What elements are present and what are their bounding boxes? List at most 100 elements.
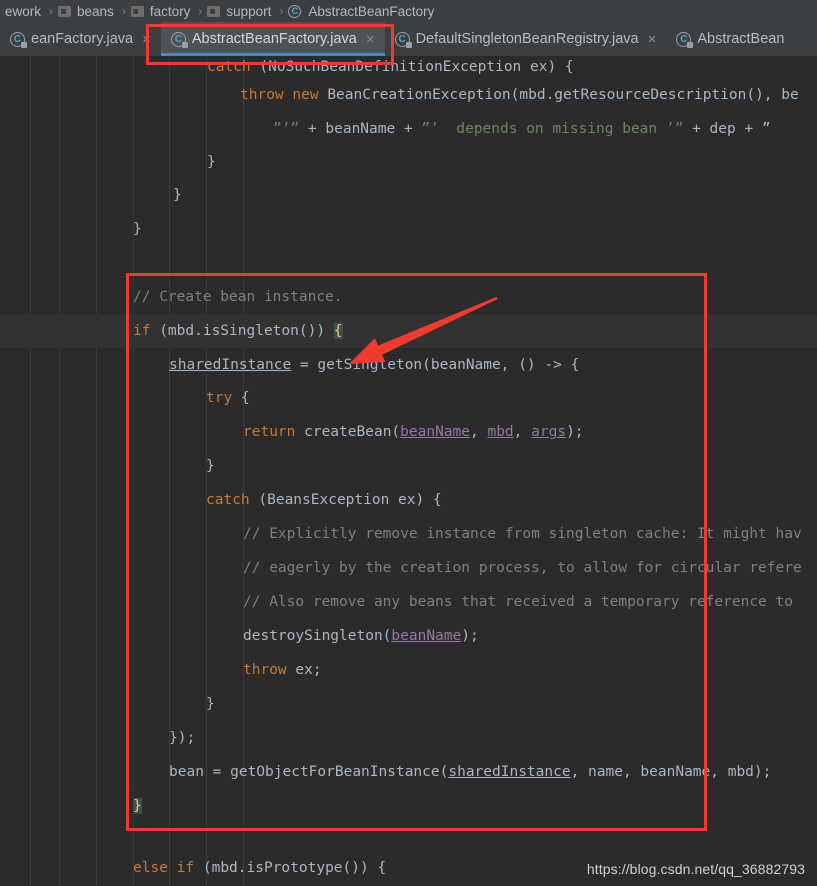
code-line[interactable]: } [0,449,817,483]
code-token: } [133,798,142,814]
close-icon[interactable]: × [139,31,151,48]
code-token: beanName [400,424,470,440]
code-token: new [292,87,319,103]
code-token: ”’ [421,121,439,137]
code-token: } [133,221,142,237]
code-token: destroySingleton( [243,628,392,644]
code-line[interactable]: // Also remove any beans that received a… [0,585,817,619]
code-line[interactable]: }); [0,721,817,755]
code-line[interactable]: ”’” + beanName + ”’ depends on missing b… [0,112,817,146]
code-token: (mbd.isSingleton()) [150,323,334,339]
code-line[interactable]: throw ex; [0,653,817,687]
breadcrumb-item-label: AbstractBeanFactory [308,3,435,19]
code-line[interactable]: try { [0,381,817,415]
code-token: createBean( [295,424,401,440]
code-editor[interactable]: catch (NoSuchBeanDefinitionException ex)… [0,56,817,886]
editor-tab-label: AbstractBean [697,31,785,47]
code-token: = getSingleton(beanName, () -> { [291,357,580,373]
editor-tab-abstractbeanfactory-java[interactable]: C AbstractBeanFactory.java × [160,22,385,56]
code-token: args [531,424,567,440]
code-token: return [243,424,296,440]
code-token: , [470,424,488,440]
editor-tab-abstractbean[interactable]: C AbstractBean [666,22,794,56]
code-token: ex; [286,662,322,678]
code-token: // Also remove any beans that received a… [243,594,802,610]
editor-tab-defaultsingletonbeanregistry-java[interactable]: C DefaultSingletonBeanRegistry.java × [385,22,667,56]
code-token: // Explicitly remove instance from singl… [243,526,802,542]
code-token: { [333,323,343,339]
code-line[interactable]: bean = getObjectForBeanInstance(sharedIn… [0,755,817,789]
code-token: } [206,458,215,474]
editor-tab-label: AbstractBeanFactory.java [191,31,357,47]
java-class-icon: C [288,4,302,18]
code-token: (mbd.isPrototype()) { [194,860,387,876]
code-line[interactable]: // eagerly by the creation process, to a… [0,551,817,585]
editor-tab-label: DefaultSingletonBeanRegistry.java [415,31,639,47]
code-line[interactable]: // Explicitly remove instance from singl… [0,517,817,551]
folder-icon [130,5,144,17]
code-line[interactable]: return createBean(beanName, mbd, args); [0,415,817,449]
code-token: ); [461,628,479,644]
breadcrumb-separator: › [198,4,203,18]
code-token: (NoSuchBeanDefinitionException ex) { [250,59,574,75]
code-token: throw [243,662,287,678]
code-token: beanName [391,628,462,644]
code-line[interactable]: } [0,687,817,721]
java-class-icon: C [170,31,188,48]
watermark-url: https://blog.csdn.net/qq_36882793 [586,861,805,877]
code-token: if [133,323,151,339]
breadcrumb-item-label: support [226,3,272,19]
breadcrumb-separator: › [279,4,284,18]
code-token: ); [566,424,584,440]
code-line[interactable]: throw new BeanCreationException(mbd.getR… [0,78,817,112]
code-token: catch [207,59,251,75]
folder-icon [58,5,72,17]
code-token: (BeansException ex) { [249,492,442,508]
folder-icon [207,5,221,17]
code-token: } [207,154,216,170]
breadcrumb-item-abstractbeanfactory[interactable]: C AbstractBeanFactory [286,0,439,22]
code-token: mbd [487,424,514,440]
breadcrumb-item-beans[interactable]: beans [56,0,119,22]
code-line[interactable]: // Create bean instance. [0,280,817,314]
editor-tab-eanfactory-java[interactable]: CeanFactory.java × [0,22,161,56]
java-class-icon: C [10,31,27,48]
code-token: throw [240,87,284,103]
code-token: depends on missing bean ’” [456,121,684,137]
code-line[interactable]: catch (BeansException ex) { [0,483,817,517]
breadcrumb[interactable]: ework › beans › factory › support › C AbstractBea… [0,0,817,22]
code-token: , [513,424,532,440]
breadcrumb-item-factory[interactable]: factory [129,0,196,22]
code-line[interactable]: } [0,789,817,823]
code-token: bean = getObjectForBeanInstance( [169,764,449,780]
editor-tab-bar[interactable]: CeanFactory.java × C AbstractBeanFactory.ja… [0,22,817,56]
breadcrumb-item-label: ework [5,3,42,19]
code-token: BeanCreationException(mbd.getResourceDes… [318,87,799,103]
java-class-icon: C [676,31,694,48]
code-line[interactable]: } [0,145,817,179]
code-token: + dep + ” [683,121,771,137]
code-token: // Create bean instance. [133,289,343,305]
code-token: sharedInstance [448,764,571,780]
java-class-icon: C [394,31,412,48]
breadcrumb-item-ework[interactable]: ework [0,0,46,22]
code-line[interactable]: if (mbd.isSingleton()) { [0,314,817,348]
code-token: } [206,696,215,712]
code-token: { [232,390,250,406]
code-token: + beanName + [299,121,422,137]
code-line[interactable]: } [0,212,817,246]
code-token: ”’” [273,121,300,137]
code-line[interactable]: destroySingleton(beanName); [0,619,817,653]
code-token: if [176,860,195,876]
editor-tab-label: eanFactory.java [31,31,134,47]
code-line[interactable]: } [0,178,817,212]
breadcrumb-item-support[interactable]: support [205,0,276,22]
close-icon[interactable]: × [363,31,375,48]
close-icon[interactable]: × [645,31,657,48]
code-line[interactable]: sharedInstance = getSingleton(beanName, … [0,348,817,382]
code-token: } [173,187,182,203]
breadcrumb-separator: › [49,4,54,18]
code-token: sharedInstance [169,357,292,373]
breadcrumb-item-label: beans [77,3,114,19]
